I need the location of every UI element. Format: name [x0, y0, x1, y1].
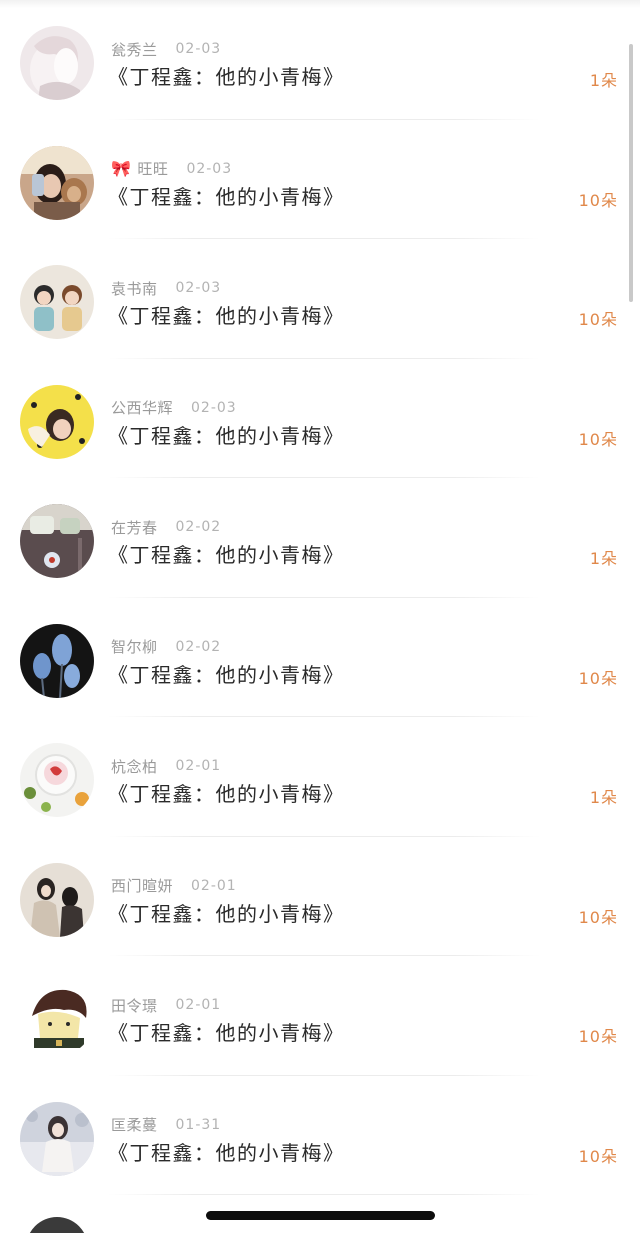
avatar[interactable] — [20, 384, 94, 459]
avatar[interactable] — [20, 265, 94, 339]
user-name[interactable]: 田令璟 — [111, 995, 158, 1016]
book-title[interactable]: 《丁程鑫：他的小青梅》 — [108, 1017, 345, 1046]
list-item[interactable]: 杭念柏 02-01 《丁程鑫：他的小青梅》 1朵 — [0, 717, 640, 837]
user-name[interactable]: 智尔柳 — [111, 636, 158, 657]
flower-count: 10朵 — [578, 190, 618, 210]
user-meta: 田令璟 02-01 — [111, 994, 221, 1016]
timestamp: 02-02 — [175, 638, 222, 655]
flower-count: 1朵 — [589, 549, 618, 568]
user-name[interactable]: 杭念柏 — [111, 756, 158, 777]
book-title[interactable]: 《丁程鑫：他的小青梅》 — [108, 420, 345, 449]
book-title[interactable]: 《丁程鑫：他的小青梅》 — [108, 181, 345, 210]
timestamp: 02-01 — [175, 997, 222, 1013]
avatar[interactable] — [20, 862, 94, 937]
book-title[interactable]: 《丁程鑫：他的小青梅》 — [108, 778, 345, 807]
flower-count: 1朵 — [589, 788, 618, 807]
row-divider — [108, 1194, 540, 1195]
list-item[interactable]: 田令璟 02-01 《丁程鑫：他的小青梅》 10朵 — [0, 956, 640, 1076]
avatar[interactable] — [26, 1217, 88, 1233]
flower-count: 10朵 — [578, 429, 618, 449]
timestamp: 02-01 — [191, 877, 237, 894]
avatar[interactable] — [20, 1101, 94, 1176]
timestamp: 02-02 — [175, 519, 222, 535]
user-name[interactable]: 在芳春 — [111, 517, 158, 538]
user-meta: 西门暄妍 02-01 — [111, 875, 237, 897]
list-item[interactable]: 公西华辉 02-03 《丁程鑫：他的小青梅》 10朵 — [0, 359, 640, 478]
user-meta: 智尔柳 02-02 — [111, 636, 221, 658]
user-name[interactable]: 袁书南 — [111, 278, 158, 299]
user-meta: 瓮秀兰 02-03 — [111, 38, 221, 60]
user-meta: 在芳春 02-02 — [111, 516, 221, 538]
home-indicator[interactable] — [206, 1211, 435, 1220]
scrollbar[interactable] — [629, 44, 633, 302]
avatar[interactable] — [20, 982, 94, 1056]
user-name[interactable]: 匡柔蔓 — [111, 1114, 158, 1135]
avatar[interactable] — [20, 623, 94, 698]
book-title[interactable]: 《丁程鑫：他的小青梅》 — [108, 539, 345, 568]
list-item[interactable]: 瓮秀兰 02-03 《丁程鑫：他的小青梅》 1朵 — [0, 0, 640, 120]
flower-count: 10朵 — [578, 907, 618, 927]
timestamp: 02-03 — [186, 160, 233, 177]
timestamp: 02-01 — [175, 758, 222, 774]
user-meta: 杭念柏 02-01 — [111, 755, 221, 777]
ribbon-bow-icon: 🎀 — [111, 158, 132, 178]
avatar[interactable] — [20, 26, 94, 100]
list-item[interactable]: 袁书南 02-03 《丁程鑫：他的小青梅》 10朵 — [0, 239, 640, 359]
list-item[interactable]: 西门暄妍 02-01 《丁程鑫：他的小青梅》 10朵 — [0, 837, 640, 956]
gift-record-list: 瓮秀兰 02-03 《丁程鑫：他的小青梅》 1朵 🎀 旺旺 02-03 《丁程鑫… — [0, 0, 640, 1195]
avatar[interactable] — [20, 145, 94, 220]
list-item[interactable]: 🎀 旺旺 02-03 《丁程鑫：他的小青梅》 10朵 — [0, 120, 640, 239]
avatar[interactable] — [20, 743, 94, 817]
user-name[interactable]: 瓮秀兰 — [111, 39, 158, 60]
user-meta: 袁书南 02-03 — [111, 277, 221, 299]
list-item[interactable]: 匡柔蔓 01-31 《丁程鑫：他的小青梅》 10朵 — [0, 1076, 640, 1195]
timestamp: 02-03 — [191, 399, 237, 416]
timestamp: 02-03 — [175, 41, 222, 57]
book-title[interactable]: 《丁程鑫：他的小青梅》 — [108, 61, 345, 90]
book-title[interactable]: 《丁程鑫：他的小青梅》 — [108, 898, 345, 927]
timestamp: 02-03 — [175, 280, 222, 296]
avatar[interactable] — [20, 504, 94, 578]
flower-count: 1朵 — [589, 71, 618, 90]
book-title[interactable]: 《丁程鑫：他的小青梅》 — [108, 659, 345, 688]
user-meta: 匡柔蔓 01-31 — [111, 1114, 221, 1136]
user-name[interactable]: 公西华辉 — [111, 397, 173, 418]
timestamp: 01-31 — [175, 1116, 222, 1133]
flower-count: 10朵 — [578, 310, 618, 329]
flower-count: 10朵 — [578, 1146, 618, 1166]
book-title[interactable]: 《丁程鑫：他的小青梅》 — [108, 1137, 345, 1166]
user-name[interactable]: 西门暄妍 — [111, 875, 173, 896]
flower-count: 10朵 — [578, 1027, 618, 1046]
list-item[interactable]: 在芳春 02-02 《丁程鑫：他的小青梅》 1朵 — [0, 478, 640, 598]
list-item[interactable]: 智尔柳 02-02 《丁程鑫：他的小青梅》 10朵 — [0, 598, 640, 717]
user-name[interactable]: 旺旺 — [137, 158, 168, 179]
user-meta: 公西华辉 02-03 — [111, 397, 237, 419]
book-title[interactable]: 《丁程鑫：他的小青梅》 — [108, 300, 345, 329]
user-meta: 🎀 旺旺 02-03 — [111, 158, 232, 180]
flower-count: 10朵 — [578, 668, 618, 688]
gift-list-screen: 瓮秀兰 02-03 《丁程鑫：他的小青梅》 1朵 🎀 旺旺 02-03 《丁程鑫… — [0, 0, 640, 1233]
